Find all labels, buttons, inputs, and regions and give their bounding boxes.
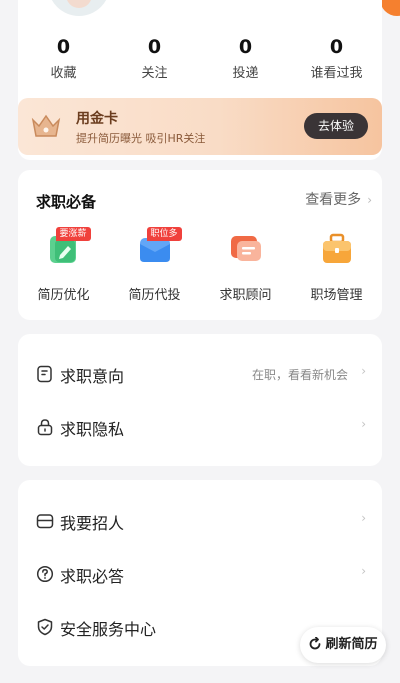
- tag-badge: 职位多: [146, 227, 182, 241]
- stats-bar: 0 收藏 0 关注 0 投递 0 谁看过我: [18, 36, 382, 81]
- resume-edit-icon: 要涨薪: [47, 227, 91, 266]
- chevron-right-icon: ›: [361, 364, 366, 378]
- see-more-link[interactable]: 查看更多 ›: [305, 189, 372, 209]
- menu-row-label: 求职必答: [60, 567, 125, 586]
- tag-badge: 要涨薪: [55, 227, 91, 241]
- section-title: 求职必备: [36, 193, 97, 211]
- stat-viewers[interactable]: 0 谁看过我: [291, 36, 382, 81]
- tool-resume-delivery[interactable]: 职位多 简历代投: [109, 227, 200, 303]
- stat-label: 收藏: [50, 66, 77, 81]
- stat-value: 0: [56, 36, 71, 58]
- lock-icon: [37, 419, 53, 436]
- job-intent-card: 求职意向 在职，看看新机会 › 求职隐私 ›: [18, 334, 382, 466]
- menu-row-label: 求职隐私: [60, 420, 125, 439]
- refresh-icon: [310, 636, 321, 650]
- stat-value: 0: [329, 36, 344, 58]
- menu-row-label: 我要招人: [60, 514, 125, 533]
- stat-favorites[interactable]: 0 收藏: [18, 36, 109, 81]
- stat-applications[interactable]: 0 投递: [200, 36, 291, 81]
- header-accent-shape: [380, 0, 400, 16]
- menu-row-label: 安全服务中心: [60, 620, 157, 639]
- chevron-right-icon: ›: [361, 564, 366, 578]
- tool-label: 简历优化: [37, 288, 90, 303]
- tool-career-management[interactable]: 职场管理: [291, 232, 382, 303]
- stat-label: 投递: [232, 66, 259, 81]
- see-more-label: 查看更多: [305, 192, 362, 208]
- tool-label: 职场管理: [310, 288, 363, 303]
- send-resume-icon: 职位多: [138, 227, 182, 266]
- stat-value: 0: [147, 36, 162, 58]
- recruit-icon: [36, 514, 54, 529]
- tools-grid: 要涨薪 简历优化 职位多 简历代投 求职顾问 职场管理: [18, 227, 382, 303]
- chevron-right-icon: ›: [361, 417, 366, 431]
- question-icon: [36, 565, 54, 583]
- briefcase-icon: [320, 232, 354, 266]
- crown-icon: [31, 114, 61, 137]
- menu-row-value: 在职，看看新机会: [251, 368, 348, 382]
- try-button[interactable]: 去体验: [304, 113, 368, 139]
- chevron-right-icon: ›: [361, 511, 366, 525]
- menu-row-job-privacy[interactable]: 求职隐私 ›: [18, 401, 382, 453]
- avatar[interactable]: [48, 0, 110, 16]
- gold-card-subtitle: 提升简历曝光 吸引HR关注: [76, 132, 206, 145]
- tool-label: 简历代投: [128, 288, 181, 303]
- chevron-right-icon: ›: [367, 193, 372, 207]
- tool-label: 求职顾问: [219, 288, 272, 303]
- menu-row-recruit[interactable]: 我要招人 ›: [18, 495, 382, 547]
- stat-value: 0: [238, 36, 253, 58]
- stat-label: 谁看过我: [310, 66, 363, 81]
- shield-icon: [37, 618, 53, 636]
- job-intent-icon: [37, 365, 52, 383]
- menu-row-job-faq[interactable]: 求职必答 ›: [18, 548, 382, 600]
- tool-resume-optimize[interactable]: 要涨薪 简历优化: [18, 227, 109, 303]
- tool-career-consultant[interactable]: 求职顾问: [200, 232, 291, 303]
- consultant-chat-icon: [229, 232, 263, 266]
- job-essentials-card: 求职必备 查看更多 › 要涨薪 简历优化 职位多 简历代投 求职顾问 职场管理: [18, 170, 382, 320]
- gold-card-banner[interactable]: 用金卡 提升简历曝光 吸引HR关注 去体验: [18, 98, 382, 155]
- refresh-label: 刷新简历: [325, 637, 378, 652]
- refresh-resume-button[interactable]: 刷新简历: [300, 627, 386, 663]
- gold-card-title: 用金卡: [76, 111, 118, 127]
- menu-row-job-intent[interactable]: 求职意向 在职，看看新机会 ›: [18, 348, 382, 400]
- stat-label: 关注: [141, 66, 168, 81]
- menu-row-label: 求职意向: [60, 367, 125, 386]
- stat-following[interactable]: 0 关注: [109, 36, 200, 81]
